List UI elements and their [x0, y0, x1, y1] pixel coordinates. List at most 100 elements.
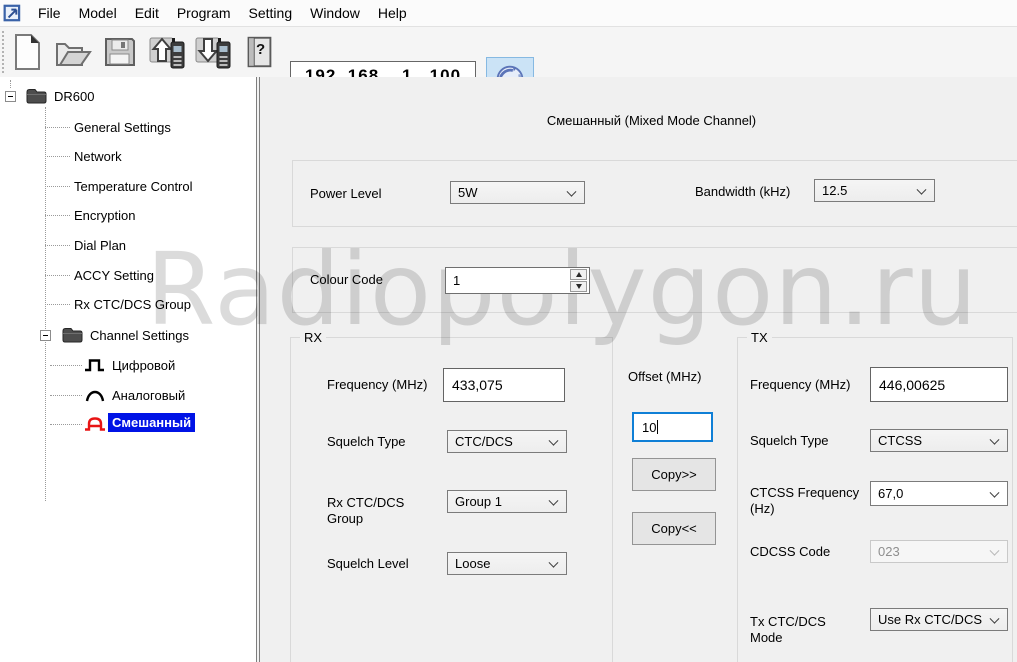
- colour-code-value: 1: [453, 273, 460, 288]
- toolbar-gripper: [2, 31, 4, 73]
- offset-label: Offset (MHz): [628, 369, 701, 385]
- power-level-value: 5W: [458, 185, 478, 200]
- tx-squelch-type-value: CTCSS: [878, 433, 922, 448]
- tree-item-digital[interactable]: Цифровой: [112, 355, 175, 375]
- tree-item-dial-plan[interactable]: Dial Plan: [74, 235, 126, 255]
- app-icon: [3, 3, 23, 23]
- power-level-select[interactable]: 5W: [450, 181, 585, 204]
- write-to-radio-button[interactable]: [192, 30, 234, 74]
- mixed-wave-icon: [84, 416, 106, 432]
- spin-down-button[interactable]: [570, 281, 587, 292]
- tx-cdcss-label: CDCSS Code: [750, 544, 830, 560]
- tree-item-analog[interactable]: Аналоговый: [112, 385, 185, 405]
- folder-icon: [26, 88, 47, 104]
- tree-item-rx-ctc-dcs-group[interactable]: Rx CTC/DCS Group: [74, 294, 191, 314]
- collapse-minus-icon[interactable]: [40, 330, 51, 341]
- spin-up-button[interactable]: [570, 269, 587, 280]
- new-file-icon: [7, 32, 47, 72]
- rx-squelch-type-value: CTC/DCS: [455, 434, 513, 449]
- menu-bar: File Model Edit Program Setting Window H…: [0, 0, 1017, 27]
- tree-item-network[interactable]: Network: [74, 146, 122, 166]
- read-from-radio-icon: [147, 32, 187, 72]
- chevron-down-icon: [990, 613, 1000, 623]
- arrow-up-icon: [576, 272, 582, 277]
- copy-to-rx-button[interactable]: Copy<<: [632, 512, 716, 545]
- app-window: File Model Edit Program Setting Window H…: [0, 0, 1017, 662]
- rx-ctc-dcs-group-select[interactable]: Group 1: [447, 490, 567, 513]
- offset-input[interactable]: 10: [632, 412, 713, 442]
- colour-code-spinner[interactable]: 1: [445, 267, 590, 294]
- tx-frequency-label: Frequency (MHz): [750, 377, 850, 393]
- tree-connector: [50, 395, 82, 396]
- tree-item-temperature-control[interactable]: Temperature Control: [74, 176, 193, 196]
- tree-item-channel-settings[interactable]: Channel Settings: [90, 325, 189, 345]
- read-from-radio-button[interactable]: [146, 30, 188, 74]
- tree-connector: [45, 275, 70, 276]
- square-wave-icon: [84, 357, 106, 373]
- open-folder-icon: [53, 32, 93, 72]
- chevron-down-icon: [549, 495, 559, 505]
- menu-model[interactable]: Model: [70, 0, 126, 26]
- rx-group-title: RX: [300, 330, 326, 345]
- menu-window[interactable]: Window: [301, 0, 369, 26]
- rx-frequency-input[interactable]: 433,075: [443, 368, 565, 402]
- tx-mode-value: Use Rx CTC/DCS: [878, 612, 982, 627]
- chevron-down-icon: [990, 545, 1000, 555]
- menu-program[interactable]: Program: [168, 0, 240, 26]
- sidebar-tree: DR600 General Settings Network Temperatu…: [0, 77, 256, 662]
- menu-help[interactable]: Help: [369, 0, 416, 26]
- chevron-down-icon: [990, 434, 1000, 444]
- chevron-down-icon: [549, 435, 559, 445]
- bandwidth-label: Bandwidth (kHz): [695, 184, 790, 200]
- chevron-down-icon: [917, 184, 927, 194]
- tree-item-accy-setting[interactable]: ACCY Setting: [74, 265, 154, 285]
- menu-setting[interactable]: Setting: [240, 0, 302, 26]
- tx-cdcss-value: 023: [878, 544, 900, 559]
- tx-squelch-type-label: Squelch Type: [750, 433, 829, 449]
- tree-connector: [45, 186, 70, 187]
- save-button[interactable]: [99, 30, 141, 74]
- rx-group-label: Rx CTC/DCS Group: [327, 495, 419, 527]
- tree-item-mixed[interactable]: Смешанный: [108, 412, 195, 432]
- copy-to-tx-button[interactable]: Copy>>: [632, 458, 716, 491]
- tree-connector: [45, 304, 70, 305]
- new-file-button[interactable]: [6, 30, 48, 74]
- tx-ctc-dcs-mode-select[interactable]: Use Rx CTC/DCS: [870, 608, 1008, 631]
- bandwidth-select[interactable]: 12.5: [814, 179, 935, 202]
- colour-code-groupbox: [292, 247, 1017, 313]
- rx-group-value: Group 1: [455, 494, 502, 509]
- rx-squelch-level-value: Loose: [455, 556, 490, 571]
- offset-value: 10: [642, 420, 656, 435]
- menu-edit[interactable]: Edit: [126, 0, 168, 26]
- settings-panel: Смешанный (Mixed Mode Channel) Power Lev…: [260, 77, 1017, 662]
- help-button[interactable]: ?: [240, 30, 278, 74]
- chevron-down-icon: [567, 186, 577, 196]
- page-title: Смешанный (Mixed Mode Channel): [260, 113, 1017, 128]
- tree-connector: [50, 424, 82, 425]
- tree-connector: [45, 215, 70, 216]
- chevron-down-icon: [549, 557, 559, 567]
- text-caret: [657, 420, 658, 434]
- tx-cdcss-code-select: 023: [870, 540, 1008, 563]
- collapse-minus-icon[interactable]: [5, 91, 16, 102]
- rx-squelch-level-select[interactable]: Loose: [447, 552, 567, 575]
- tree-item-encryption[interactable]: Encryption: [74, 205, 135, 225]
- selected-tree-label[interactable]: Смешанный: [108, 413, 195, 432]
- chevron-down-icon: [990, 487, 1000, 497]
- menu-file[interactable]: File: [29, 0, 70, 26]
- tx-ctcss-label: CTCSS Frequency (Hz): [750, 485, 860, 517]
- write-to-radio-icon: [193, 32, 233, 72]
- rx-squelch-type-select[interactable]: CTC/DCS: [447, 430, 567, 453]
- tree-item-dr600[interactable]: DR600: [54, 86, 94, 106]
- rx-frequency-label: Frequency (MHz): [327, 377, 427, 393]
- tree-item-general-settings[interactable]: General Settings: [74, 117, 171, 137]
- tree-connector: [45, 127, 70, 128]
- tx-mode-label: Tx CTC/DCS Mode: [750, 614, 845, 646]
- open-file-button[interactable]: [52, 30, 94, 74]
- arrow-down-icon: [576, 284, 582, 289]
- tx-frequency-input[interactable]: 446,00625: [870, 367, 1008, 402]
- save-icon: [100, 32, 140, 72]
- tx-squelch-type-select[interactable]: CTCSS: [870, 429, 1008, 452]
- tx-ctcss-frequency-select[interactable]: 67,0: [870, 481, 1008, 506]
- bandwidth-value: 12.5: [822, 183, 847, 198]
